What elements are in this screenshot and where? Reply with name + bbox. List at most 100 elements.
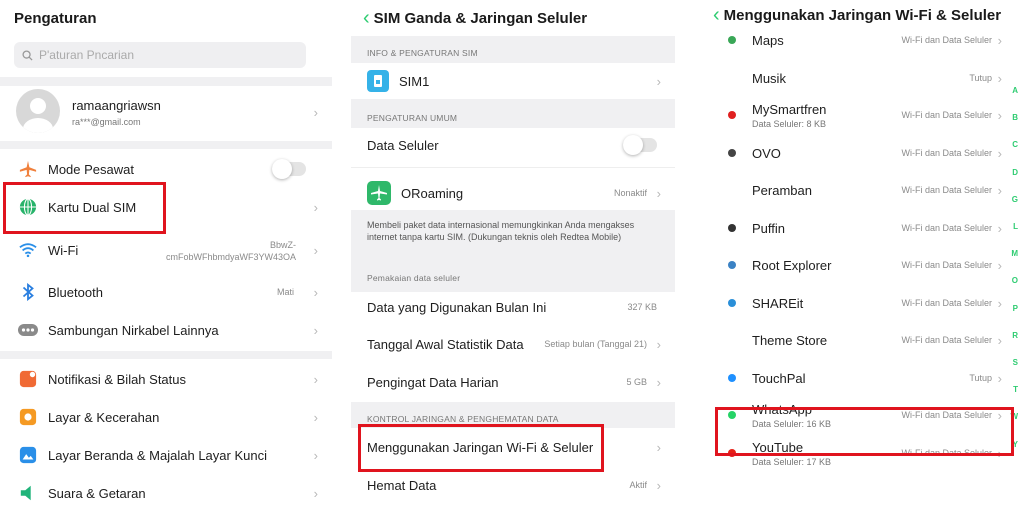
alphabet-index-letter[interactable]: L [1013, 222, 1018, 231]
back-arrow-icon[interactable]: ‹ [363, 8, 370, 28]
chevron-right-icon: › [997, 295, 1002, 311]
airplane-mode-toggle[interactable] [272, 159, 306, 179]
app-row[interactable]: MySmartfren Data Seluler: 8 KB Wi-Fi dan D… [701, 98, 1024, 132]
chevron-right-icon: › [997, 145, 1002, 161]
account-row[interactable]: ramaangriawsn ra***@gmail.com › [0, 86, 332, 138]
chevron-right-icon: › [313, 284, 318, 300]
usage-item-label: Tanggal Awal Statistik Data [367, 336, 524, 352]
chevron-right-icon: › [313, 485, 318, 501]
home-screen-icon [18, 445, 38, 465]
app-row[interactable]: SHAREit Wi-Fi dan Data Seluler › [701, 286, 1024, 320]
chevron-right-icon: › [656, 185, 661, 201]
chevron-right-icon: › [997, 70, 1002, 86]
app-name: SHAREit [752, 295, 804, 311]
app-name: Theme Store [752, 332, 828, 348]
settings-item-notifications[interactable]: Notifikasi & Bilah Status › [0, 365, 332, 393]
alphabet-index-letter[interactable]: S [1013, 358, 1018, 367]
chevron-right-icon: › [313, 409, 318, 425]
highlight-box [3, 182, 166, 234]
app-row[interactable]: Puffin Wi-Fi dan Data Seluler › [701, 211, 1024, 245]
control-item-label: Hemat Data [367, 477, 437, 493]
daily-reminder-row[interactable]: Pengingat Data Harian 5 GB › [351, 367, 675, 397]
mobile-data-row[interactable]: Data Seluler [351, 130, 675, 160]
account-email: ra***@gmail.com [72, 117, 141, 127]
settings-item-wifi[interactable]: Wi-Fi BbwZ- cmFobWFhbmdyaWF3YW43OA › [0, 236, 332, 264]
settings-item-other-wireless[interactable]: Sambungan Nirkabel Lainnya › [0, 316, 332, 344]
avatar [16, 89, 60, 133]
settings-item-sound[interactable]: Suara & Getaran › [0, 479, 332, 507]
mobile-data-toggle[interactable] [623, 135, 657, 155]
app-row[interactable]: Root Explorer Wi-Fi dan Data Seluler › [701, 248, 1024, 282]
app-network-mode: Wi-Fi dan Data Seluler [901, 260, 992, 270]
sim1-row[interactable]: SIM1 › [351, 63, 675, 99]
app-network-mode: Wi-Fi dan Data Seluler [901, 148, 992, 158]
app-row[interactable]: TouchPal Tutup › [701, 361, 1024, 395]
wifi-network-name: BbwZ- cmFobWFhbmdyaWF3YW43OA [165, 240, 296, 262]
alphabet-index-letter[interactable]: D [1012, 168, 1018, 177]
app-network-mode: Wi-Fi dan Data Seluler [901, 185, 992, 195]
mobile-data-label: Data Seluler [367, 137, 439, 153]
page-title: Menggunakan Jaringan Wi-Fi & Seluler [723, 6, 1002, 24]
chevron-right-icon: › [656, 374, 661, 390]
usage-item-value: 327 KB [627, 302, 657, 312]
sim-network-panel: ‹ SIM Ganda & Jaringan Seluler INFO & PE… [351, 0, 675, 508]
data-saver-row[interactable]: Hemat Data Aktif › [351, 470, 675, 500]
alphabet-index-letter[interactable]: G [1012, 195, 1018, 204]
bluetooth-status: Mati [276, 287, 294, 297]
alphabet-index-letter[interactable]: A [1012, 86, 1018, 95]
app-row[interactable]: Musik Tutup › [701, 61, 1024, 95]
search-input[interactable]: P'aturan Pncarian [14, 42, 306, 68]
chevron-right-icon: › [997, 332, 1002, 348]
oroaming-description: Membeli paket data internasional memungk… [367, 220, 635, 242]
page-title: SIM Ganda & Jaringan Seluler [373, 9, 588, 27]
settings-item-label: Layar & Kecerahan [48, 409, 160, 425]
app-data-usage: Data Seluler: 17 KB [752, 456, 832, 467]
app-row[interactable]: OVO Wi-Fi dan Data Seluler › [701, 136, 1024, 170]
search-icon [22, 49, 33, 61]
alphabet-index-letter[interactable]: C [1012, 140, 1018, 149]
settings-item-display-brightness[interactable]: Layar & Kecerahan › [0, 403, 332, 431]
app-name: TouchPal [752, 370, 806, 386]
app-network-mode: Tutup [969, 73, 992, 83]
oroaming-label: ORoaming [401, 185, 464, 201]
touchpal-icon [725, 371, 739, 385]
settings-item-airplane-mode[interactable]: Mode Pesawat [0, 155, 332, 183]
settings-item-home-screen[interactable]: Layar Beranda & Majalah Layar Kunci › [0, 441, 332, 469]
alphabet-index-letter[interactable]: B [1012, 113, 1018, 122]
settings-item-label: Notifikasi & Bilah Status [48, 371, 187, 387]
app-row[interactable]: Peramban Wi-Fi dan Data Seluler › [701, 173, 1024, 207]
app-name: Musik [752, 70, 786, 86]
control-item-value: Aktif [629, 480, 647, 490]
chevron-right-icon: › [997, 220, 1002, 236]
chevron-right-icon: › [997, 32, 1002, 48]
back-arrow-icon[interactable]: ‹ [713, 5, 720, 25]
chevron-right-icon: › [656, 73, 661, 89]
data-start-date-row[interactable]: Tanggal Awal Statistik Data Setiap bulan… [351, 329, 675, 359]
app-name: Maps [752, 32, 784, 48]
alphabet-index-letter[interactable]: T [1013, 385, 1018, 394]
settings-item-label: Mode Pesawat [48, 161, 134, 177]
settings-item-label: Suara & Getaran [48, 485, 146, 501]
app-network-mode: Wi-Fi dan Data Seluler [901, 223, 992, 233]
settings-item-bluetooth[interactable]: Bluetooth Mati › [0, 278, 332, 306]
alphabet-index-letter[interactable]: P [1013, 304, 1018, 313]
chevron-right-icon: › [656, 439, 661, 455]
settings-item-label: Sambungan Nirkabel Lainnya [48, 322, 219, 338]
data-used-row[interactable]: Data yang Digunakan Bulan Ini 327 KB [351, 292, 675, 322]
oroaming-row[interactable]: ORoaming Nonaktif › [351, 176, 675, 210]
app-network-mode: Wi-Fi dan Data Seluler [901, 298, 992, 308]
app-row[interactable]: Theme Store Wi-Fi dan Data Seluler › [701, 323, 1024, 357]
settings-item-label: Wi-Fi [48, 242, 79, 258]
chevron-right-icon: › [997, 370, 1002, 386]
app-network-mode: Wi-Fi dan Data Seluler [901, 110, 992, 120]
alphabet-index-letter[interactable]: O [1012, 276, 1018, 285]
airplane-icon [18, 159, 38, 179]
app-network-mode: Wi-Fi dan Data Seluler [901, 335, 992, 345]
alphabet-index-letter[interactable]: M [1011, 249, 1018, 258]
app-name: Puffin [752, 220, 786, 236]
chevron-right-icon: › [656, 477, 661, 493]
alphabet-index-letter[interactable]: R [1012, 331, 1018, 340]
app-network-mode: Tutup [969, 373, 992, 383]
section-header: INFO & PENGATURAN SIM [367, 48, 478, 58]
usage-item-label: Data yang Digunakan Bulan Ini [367, 299, 547, 315]
